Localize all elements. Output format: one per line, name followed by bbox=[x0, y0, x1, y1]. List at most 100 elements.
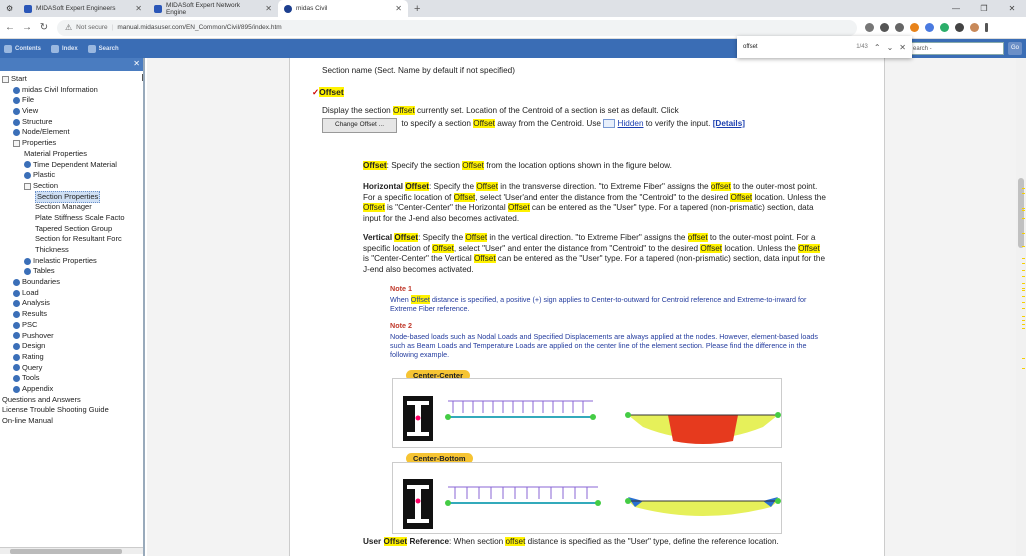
close-icon[interactable]: ✕ bbox=[395, 4, 402, 13]
book-icon bbox=[13, 97, 20, 105]
tree-item[interactable]: ? Section for Resultant Forc bbox=[0, 74, 143, 245]
tree-item-label: Analysis bbox=[22, 298, 50, 308]
change-offset-button[interactable]: Change Offset ... bbox=[322, 118, 398, 133]
reload-icon[interactable]: ↻ bbox=[37, 22, 51, 33]
tree-item[interactable]: ? On-line Manual bbox=[0, 74, 143, 427]
forward-arrow-icon[interactable]: → bbox=[20, 22, 34, 33]
tree-item-label: Section Manager bbox=[35, 202, 92, 212]
tree-item[interactable]: ? Plate Stiffness Scale Facto bbox=[0, 74, 143, 224]
extension-icon[interactable] bbox=[925, 23, 934, 32]
extension-icon[interactable] bbox=[940, 23, 949, 32]
back-arrow-icon[interactable]: ← bbox=[3, 22, 17, 33]
hidden-link[interactable]: Hidden bbox=[618, 119, 644, 128]
details-link[interactable]: [Details] bbox=[713, 119, 745, 128]
index-tab[interactable]: Index bbox=[51, 44, 78, 53]
highlight: Offset bbox=[798, 243, 820, 253]
tree-item[interactable]: Pushover bbox=[0, 331, 125, 342]
tree-item[interactable]: Tables bbox=[0, 266, 125, 277]
tree-item-label: midas Civil Information bbox=[22, 84, 98, 94]
contents-tab[interactable]: Contents bbox=[4, 44, 41, 53]
tab-search-icon[interactable]: ⚙ bbox=[0, 0, 18, 17]
tree-item[interactable]: Inelastic Properties bbox=[0, 256, 125, 267]
text: to the outer-most point. bbox=[733, 182, 818, 191]
tree-item[interactable]: Load bbox=[0, 288, 125, 299]
find-close-icon[interactable]: ✕ bbox=[899, 43, 906, 52]
tree-item[interactable]: ? Section Manager bbox=[0, 74, 143, 213]
browser-tab-1[interactable]: MIDASoft Expert Engineers ✕ bbox=[18, 0, 148, 17]
find-prev-icon[interactable]: ⌃ bbox=[874, 43, 881, 52]
offset-para: Offset: Specify the section Offset from … bbox=[363, 161, 672, 172]
tree-item[interactable]: ?Section Properties bbox=[0, 74, 143, 204]
text: : Specify the bbox=[428, 182, 475, 191]
find-next-icon[interactable]: ⌄ bbox=[887, 43, 894, 52]
close-icon[interactable]: ✕ bbox=[135, 4, 142, 13]
vertical-scrollbar[interactable] bbox=[1016, 58, 1026, 556]
menu-icon[interactable] bbox=[985, 23, 988, 32]
tree-item[interactable]: ? License Trouble Shooting Guide bbox=[0, 74, 143, 416]
tree-item[interactable]: View bbox=[0, 106, 125, 117]
tree-item[interactable]: Time Dependent Material bbox=[0, 160, 125, 171]
find-input[interactable]: offset bbox=[743, 44, 850, 50]
highlight: Offset bbox=[453, 192, 476, 202]
tree-item[interactable]: ? Material Properties bbox=[0, 74, 143, 160]
tree-item[interactable]: Start bbox=[0, 74, 125, 85]
tree-item[interactable]: ? Tapered Section Group bbox=[0, 74, 143, 235]
tree-item[interactable]: Query bbox=[0, 363, 125, 374]
url-omnibox[interactable]: ⚠ Not secure | manual.midasuser.com/EN_C… bbox=[57, 19, 857, 36]
tree-item[interactable]: Analysis bbox=[0, 298, 125, 309]
tree-item[interactable]: ? Questions and Answers bbox=[0, 74, 143, 406]
close-icon[interactable]: ✕ bbox=[133, 59, 140, 68]
text: For a specific location of bbox=[363, 192, 452, 202]
midas-civil-favicon bbox=[284, 4, 292, 13]
tree-item[interactable]: Node/Element bbox=[0, 127, 125, 138]
tab-strip: ⚙ MIDASoft Expert Engineers ✕ MIDASoft E… bbox=[0, 0, 1026, 17]
tree-item[interactable]: Results bbox=[0, 309, 125, 320]
page-icon[interactable] bbox=[865, 23, 874, 32]
tree-item[interactable]: PSC bbox=[0, 320, 125, 331]
maximize-button[interactable]: ❐ bbox=[970, 4, 998, 13]
browser-tab-2[interactable]: MIDASoft Expert Network Engine ✕ bbox=[148, 0, 278, 17]
minimize-button[interactable]: — bbox=[942, 4, 970, 13]
close-window-button[interactable]: ✕ bbox=[998, 4, 1026, 13]
close-icon[interactable]: ✕ bbox=[265, 4, 272, 13]
note-2: Note 2 Node-based loads such as Nodal Lo… bbox=[390, 321, 818, 359]
horizontal-scrollbar[interactable] bbox=[0, 547, 143, 554]
tree-item[interactable]: File bbox=[0, 95, 125, 106]
zoom-icon[interactable] bbox=[880, 23, 889, 32]
tree-item[interactable]: Appendix bbox=[0, 384, 125, 395]
tree-item-label: Thickness bbox=[35, 245, 69, 254]
star-icon[interactable] bbox=[895, 23, 904, 32]
scroll-thumb[interactable] bbox=[10, 549, 122, 554]
search-go-button[interactable]: Go bbox=[1008, 42, 1022, 55]
tree-item[interactable]: ? Thickness bbox=[0, 74, 143, 256]
search-input[interactable]: earch - bbox=[908, 42, 1004, 55]
tree-item[interactable]: Rating bbox=[0, 352, 125, 363]
tree-item[interactable]: Plastic bbox=[0, 170, 125, 181]
match-marker bbox=[1022, 188, 1025, 189]
tree-item[interactable]: Tools bbox=[0, 373, 125, 384]
bold-text: Reference bbox=[409, 537, 450, 546]
book-icon bbox=[13, 343, 20, 351]
puzzle-icon[interactable] bbox=[955, 23, 964, 32]
book-icon bbox=[13, 310, 20, 318]
tree-item-label: Section for Resultant Forc bbox=[35, 234, 122, 244]
browser-tab-3[interactable]: midas Civil ✕ bbox=[278, 0, 408, 17]
midas-favicon bbox=[24, 4, 32, 13]
highlight: Offset bbox=[462, 161, 484, 170]
tree-item[interactable]: Design bbox=[0, 341, 125, 352]
note-title: Note 2 bbox=[390, 321, 412, 330]
highlight: Offset bbox=[363, 161, 387, 170]
tree-item[interactable]: Properties bbox=[0, 138, 125, 149]
extension-icon[interactable] bbox=[910, 23, 919, 32]
search-tab[interactable]: Search bbox=[87, 44, 119, 53]
match-marker bbox=[1022, 358, 1025, 359]
text: is "Center-Center" the Horizontal bbox=[386, 203, 506, 213]
index-label: Index bbox=[62, 45, 78, 52]
new-tab-button[interactable]: + bbox=[408, 0, 426, 17]
tree-item[interactable]: Boundaries bbox=[0, 277, 125, 288]
tree-item[interactable]: midas Civil Information bbox=[0, 85, 125, 96]
tree-item[interactable]: Structure bbox=[0, 117, 125, 128]
book-icon bbox=[13, 385, 20, 393]
tree-item-label: Inelastic Properties bbox=[33, 255, 97, 265]
avatar[interactable] bbox=[970, 23, 979, 32]
